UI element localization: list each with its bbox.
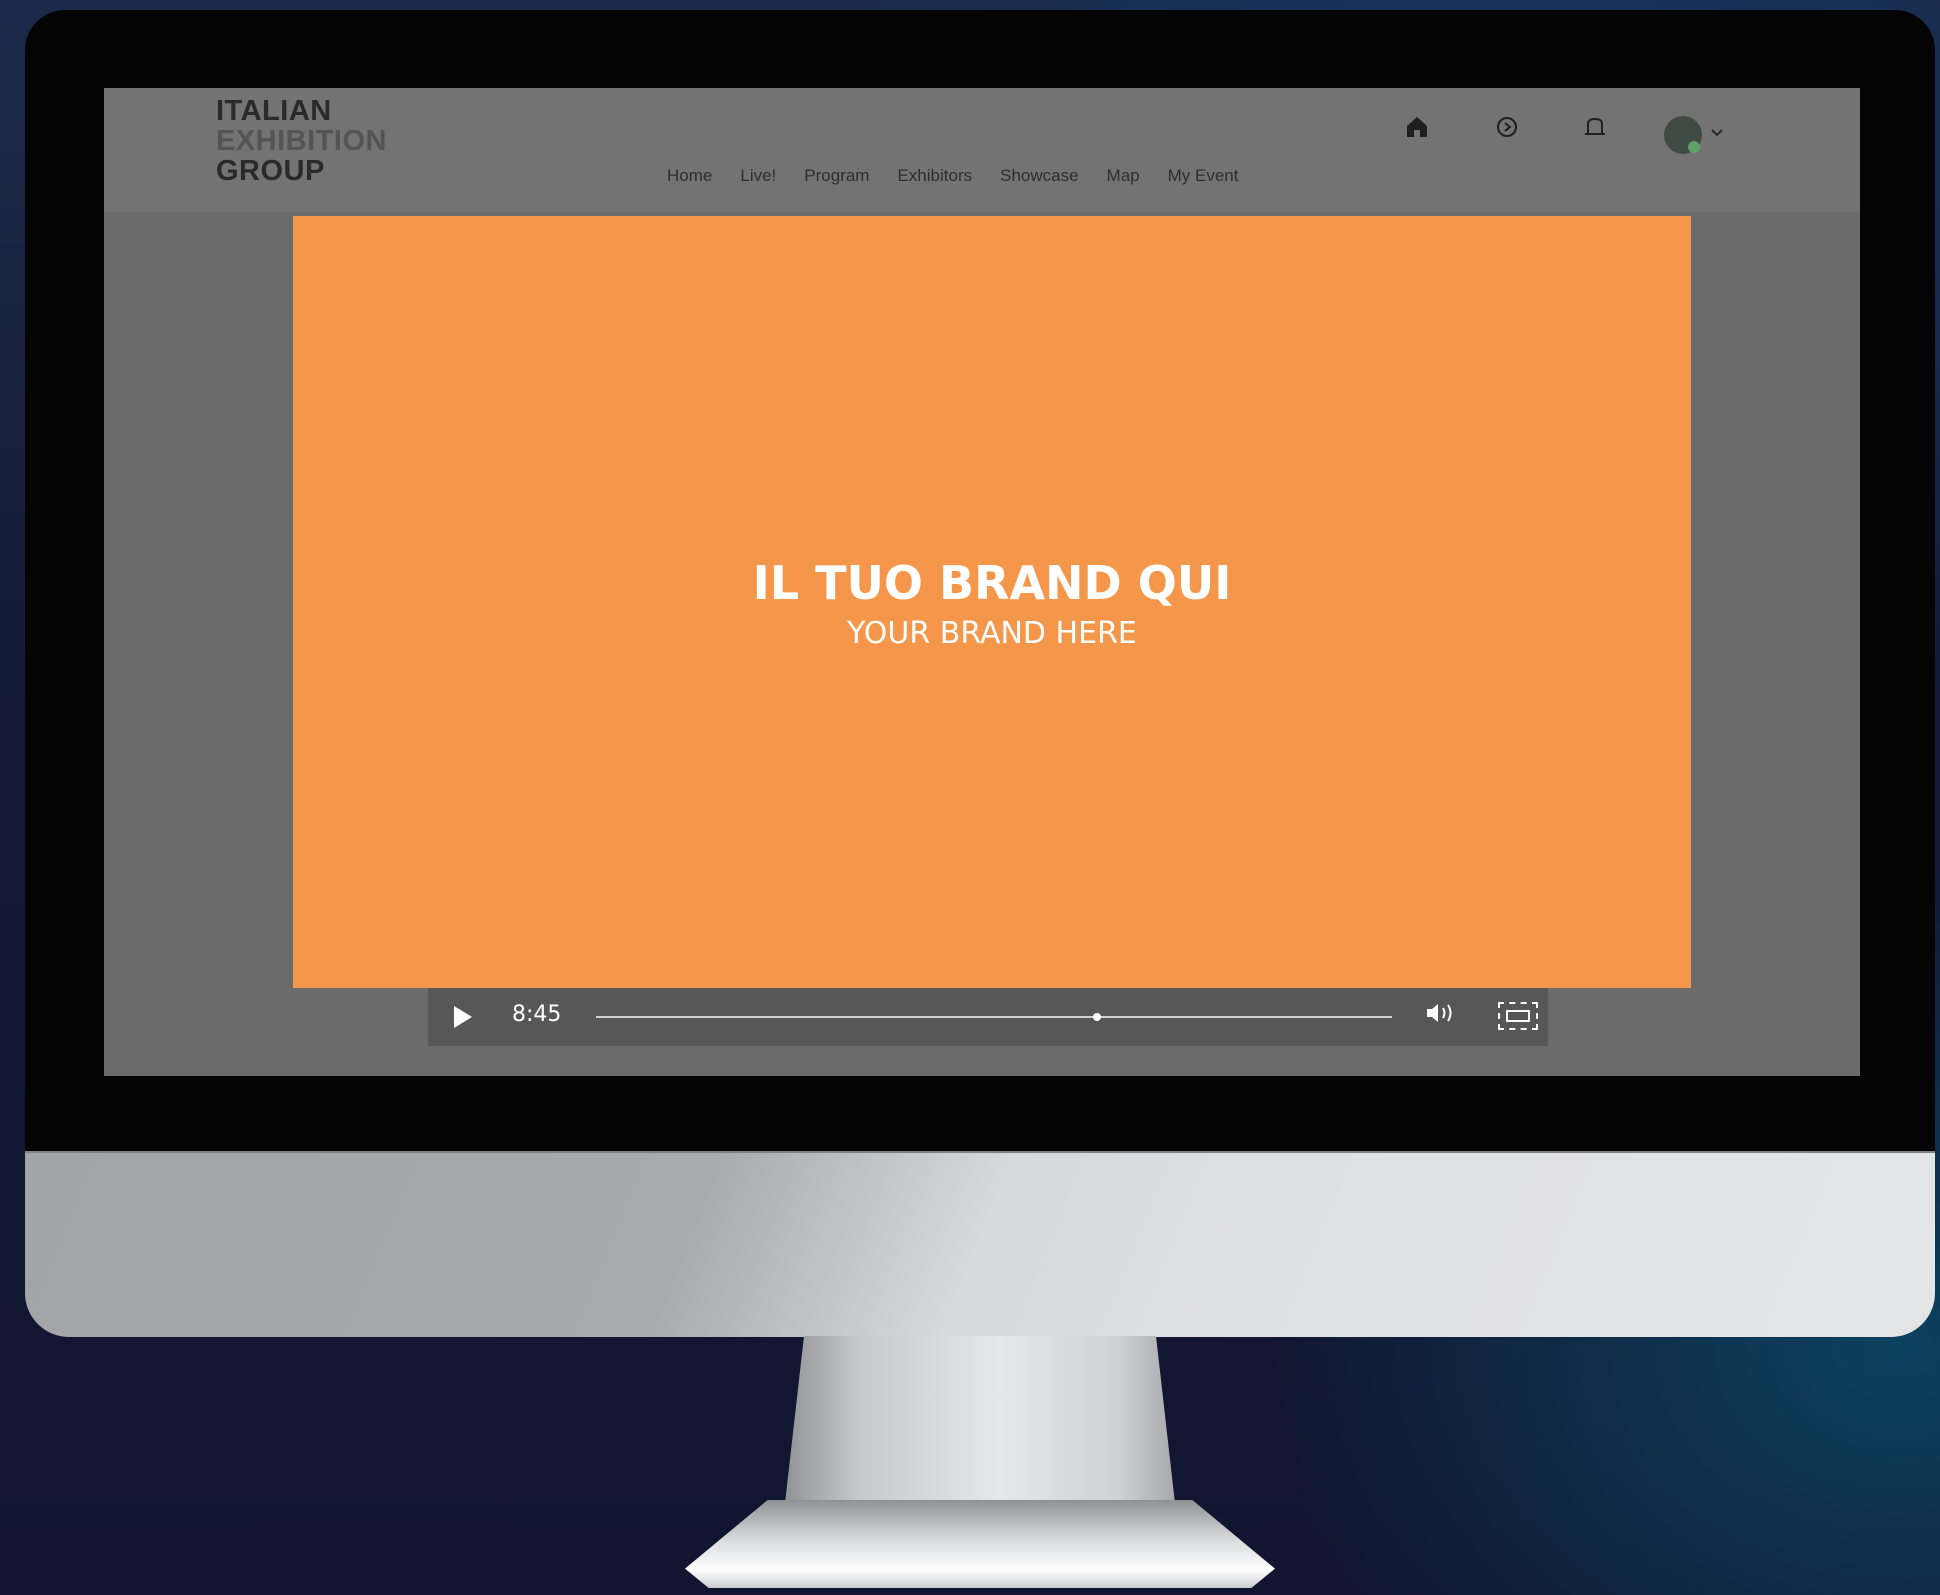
nav-item-home[interactable]: Home bbox=[667, 166, 712, 186]
nav-item-exhibitors[interactable]: Exhibitors bbox=[897, 166, 972, 186]
volume-icon[interactable] bbox=[1424, 1000, 1458, 1032]
bell-icon[interactable] bbox=[1582, 114, 1608, 146]
fullscreen-icon[interactable] bbox=[1498, 1002, 1538, 1030]
brand-subtitle: YOUR BRAND HERE bbox=[847, 616, 1137, 651]
play-icon[interactable] bbox=[454, 1006, 472, 1028]
screen: ITALIAN EXHIBITION GROUP Home Live! Prog… bbox=[104, 88, 1860, 1076]
nav-item-my-event[interactable]: My Event bbox=[1168, 166, 1239, 186]
main-nav: Home Live! Program Exhibitors Showcase M… bbox=[667, 166, 1266, 186]
header-icons bbox=[104, 102, 1860, 162]
nav-item-program[interactable]: Program bbox=[804, 166, 869, 186]
nav-item-showcase[interactable]: Showcase bbox=[1000, 166, 1078, 186]
video-time: 8:45 bbox=[512, 1002, 562, 1027]
video-controls: 8:45 bbox=[428, 988, 1548, 1046]
nav-item-map[interactable]: Map bbox=[1107, 166, 1140, 186]
chevron-down-icon[interactable] bbox=[1710, 122, 1724, 143]
nav-item-live[interactable]: Live! bbox=[740, 166, 776, 186]
home-icon[interactable] bbox=[1404, 114, 1430, 146]
chat-icon[interactable] bbox=[1494, 114, 1520, 146]
online-status-dot bbox=[1688, 141, 1700, 153]
site-header: ITALIAN EXHIBITION GROUP Home Live! Prog… bbox=[104, 88, 1860, 212]
video-player[interactable]: IL TUO BRAND QUI YOUR BRAND HERE bbox=[293, 216, 1691, 988]
fullscreen-icon-inner bbox=[1506, 1010, 1530, 1022]
monitor-stand-base bbox=[685, 1500, 1275, 1588]
brand-title: IL TUO BRAND QUI bbox=[752, 556, 1232, 610]
progress-track[interactable] bbox=[596, 1013, 1392, 1021]
progress-thumb[interactable] bbox=[1093, 1013, 1102, 1021]
monitor-chin bbox=[25, 1151, 1935, 1337]
